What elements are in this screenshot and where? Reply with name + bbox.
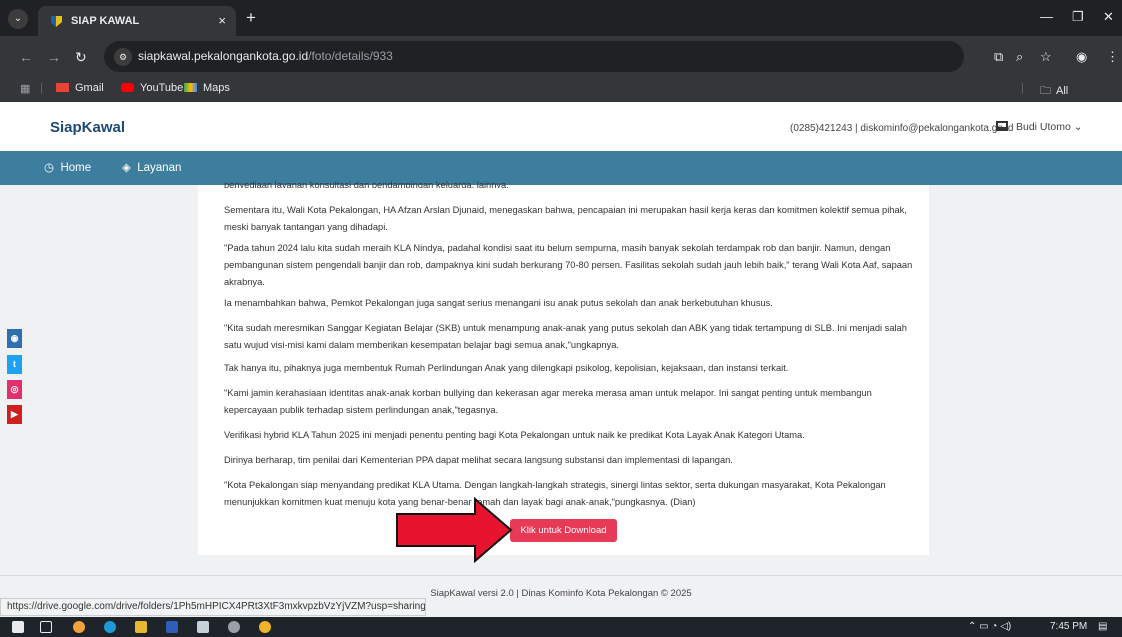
- article-paragraph: "Pada tahun 2024 lalu kita sudah meraih …: [224, 243, 913, 287]
- article-paragraph: Tak hanya itu, pihaknya juga membentuk R…: [224, 363, 789, 373]
- task-view-icon[interactable]: [40, 621, 52, 633]
- nav-layanan[interactable]: ◈ Layanan: [122, 160, 181, 174]
- chrome-icon[interactable]: [73, 621, 85, 633]
- edge-icon[interactable]: [104, 621, 116, 633]
- bookmark-gmail[interactable]: Gmail: [56, 82, 104, 94]
- folder-icon: 🗀: [1040, 85, 1051, 97]
- download-button[interactable]: Klik untuk Download: [510, 519, 617, 542]
- article-card: penyediaan layanan konsultasi dan pendam…: [198, 180, 929, 555]
- home-icon: ◷: [44, 162, 55, 174]
- site-header: SiapKawal (0285)421243 | diskominfo@peka…: [0, 102, 1122, 151]
- window-close-icon[interactable]: ✕: [1103, 9, 1114, 25]
- new-tab-icon[interactable]: +: [246, 8, 256, 28]
- site-logo[interactable]: SiapKawal: [50, 119, 125, 136]
- tab-search-icon[interactable]: ⌄: [8, 9, 28, 29]
- article-paragraph-cut: penyediaan layanan konsultasi dan pendam…: [224, 180, 509, 188]
- article-paragraph: Sementara itu, Wali Kota Pekalongan, HA …: [224, 205, 907, 232]
- nav-home[interactable]: ◷ Home: [44, 160, 91, 174]
- app-icon[interactable]: [197, 621, 209, 633]
- red-arrow-annotation: [396, 497, 513, 563]
- bookmark-youtube[interactable]: YouTube: [121, 82, 183, 94]
- maps-icon: [184, 83, 197, 92]
- site-favicon-icon: [51, 16, 62, 27]
- article-paragraph: "Kita sudah meresmikan Sanggar Kegiatan …: [224, 323, 907, 350]
- url-host: siapkawal.pekalongankota.go.id: [138, 49, 309, 63]
- bookmark-maps[interactable]: Maps: [184, 82, 230, 94]
- address-bar[interactable]: ⚙ siapkawal.pekalongankota.go.id/foto/de…: [104, 41, 964, 72]
- browser-titlebar: ⌄ SIAP KAWAL × + — ❐ ✕: [0, 0, 1122, 36]
- article-paragraph: Ia menambahkan bahwa, Pemkot Pekalongan …: [224, 298, 773, 308]
- article-paragraph: Dirinya berharap, tim penilai dari Kemen…: [224, 455, 733, 465]
- contact-info: (0285)421243 | diskominfo@pekalongankota…: [790, 123, 1014, 134]
- browser-toolbar: ← → ↻ ⚙ siapkawal.pekalongankota.go.id/f…: [0, 36, 1122, 78]
- tray-icons[interactable]: ⌃ ▭ ◔ ◁): [968, 621, 1011, 632]
- tab-title: SIAP KAWAL: [71, 15, 140, 27]
- twitter-icon[interactable]: t: [7, 355, 22, 374]
- layers-icon: ◈: [122, 162, 131, 174]
- youtube-icon[interactable]: ▶: [7, 405, 22, 424]
- site-info-icon[interactable]: ⚙: [114, 48, 132, 66]
- menu-icon[interactable]: ⋮: [1106, 49, 1119, 65]
- instagram-icon[interactable]: ◎: [7, 380, 22, 399]
- user-name: Budi Utomo: [1016, 121, 1071, 133]
- chrome-dev-icon[interactable]: [259, 621, 271, 633]
- youtube-icon: [121, 83, 134, 92]
- explorer-icon[interactable]: [135, 621, 147, 633]
- footer-divider: [0, 575, 1122, 576]
- reload-icon[interactable]: ↻: [75, 49, 87, 66]
- url-path: /foto/details/933: [308, 49, 393, 63]
- user-menu[interactable]: Budi Utomo ⌄: [996, 121, 1083, 133]
- profile-icon[interactable]: ◉: [1076, 49, 1087, 65]
- chevron-down-icon: ⌄: [1073, 121, 1083, 133]
- browser-tab[interactable]: SIAP KAWAL ×: [38, 6, 236, 36]
- gmail-icon: [56, 83, 69, 92]
- star-icon[interactable]: ☆: [1040, 49, 1052, 65]
- close-icon[interactable]: ×: [218, 13, 226, 28]
- bookmarks-bar: ▦ | Gmail YouTube Maps | 🗀All Bookmarks: [0, 78, 1122, 113]
- article-paragraph: "Kota Pekalongan siap menyandang predika…: [224, 480, 886, 507]
- settings-icon[interactable]: [228, 621, 240, 633]
- back-icon[interactable]: ←: [19, 49, 33, 65]
- link-status-bar: https://drive.google.com/drive/folders/1…: [0, 598, 426, 616]
- article-paragraph: Verifikasi hybrid KLA Tahun 2025 ini men…: [224, 430, 805, 440]
- website-icon[interactable]: ◉: [7, 329, 22, 348]
- apps-grid-icon[interactable]: ▦: [20, 82, 30, 95]
- article-paragraph: "Kami jamin kerahasiaan identitas anak-a…: [224, 388, 872, 415]
- translate-icon[interactable]: ⧉: [994, 49, 1003, 65]
- forward-icon[interactable]: →: [47, 49, 61, 65]
- os-taskbar: ⌃ ▭ ◔ ◁) 7:45 PM ▤: [0, 617, 1122, 637]
- notification-icon[interactable]: ▤: [1098, 621, 1107, 632]
- start-icon[interactable]: [12, 621, 24, 633]
- restore-icon[interactable]: ❐: [1072, 9, 1084, 25]
- user-icon: [996, 121, 1008, 131]
- clock[interactable]: 7:45 PM: [1050, 621, 1087, 632]
- zoom-icon[interactable]: ⌕: [1016, 49, 1023, 65]
- minimize-icon[interactable]: —: [1040, 9, 1053, 24]
- word-icon[interactable]: [166, 621, 178, 633]
